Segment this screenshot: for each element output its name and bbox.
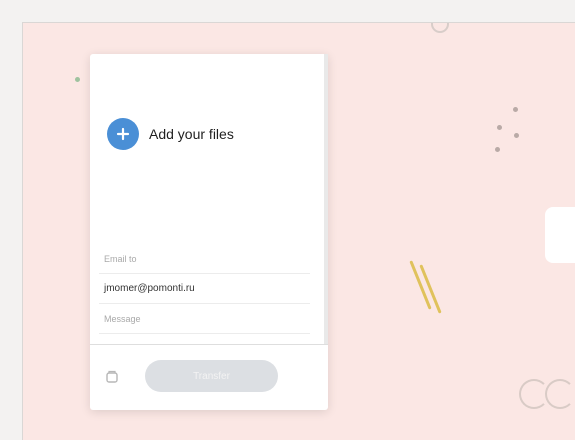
email-from-value: jmomer@pomonti.ru — [104, 283, 195, 294]
decor-arc — [545, 379, 575, 409]
transfer-panel: Add your files Email to jmomer@pomonti.r… — [90, 54, 328, 410]
add-files-button[interactable]: Add your files — [107, 118, 234, 150]
decor-dot — [75, 77, 80, 82]
plus-icon-glyph — [116, 127, 130, 141]
wallpaper-background: Add your files Email to jmomer@pomonti.r… — [22, 22, 575, 440]
panel-scrollbar[interactable] — [324, 54, 328, 344]
decor-shape — [545, 207, 575, 263]
email-to-placeholder: Email to — [104, 254, 137, 264]
decor-dot — [514, 133, 519, 138]
settings-icon[interactable] — [105, 370, 119, 389]
message-field[interactable]: Message — [99, 304, 310, 334]
transfer-label: Transfer — [193, 370, 230, 382]
decor-dot — [497, 125, 502, 130]
add-files-label: Add your files — [149, 126, 234, 142]
transfer-button[interactable]: Transfer — [145, 360, 278, 392]
email-from-field[interactable]: jmomer@pomonti.ru — [99, 274, 310, 304]
decor-ring — [431, 23, 449, 33]
plus-icon[interactable] — [107, 118, 139, 150]
decor-dot — [513, 107, 518, 112]
decor-dot — [495, 147, 500, 152]
email-to-field[interactable]: Email to — [99, 244, 310, 274]
footer-divider — [90, 344, 328, 345]
message-placeholder: Message — [104, 314, 141, 324]
settings-icon-glyph — [106, 370, 118, 383]
